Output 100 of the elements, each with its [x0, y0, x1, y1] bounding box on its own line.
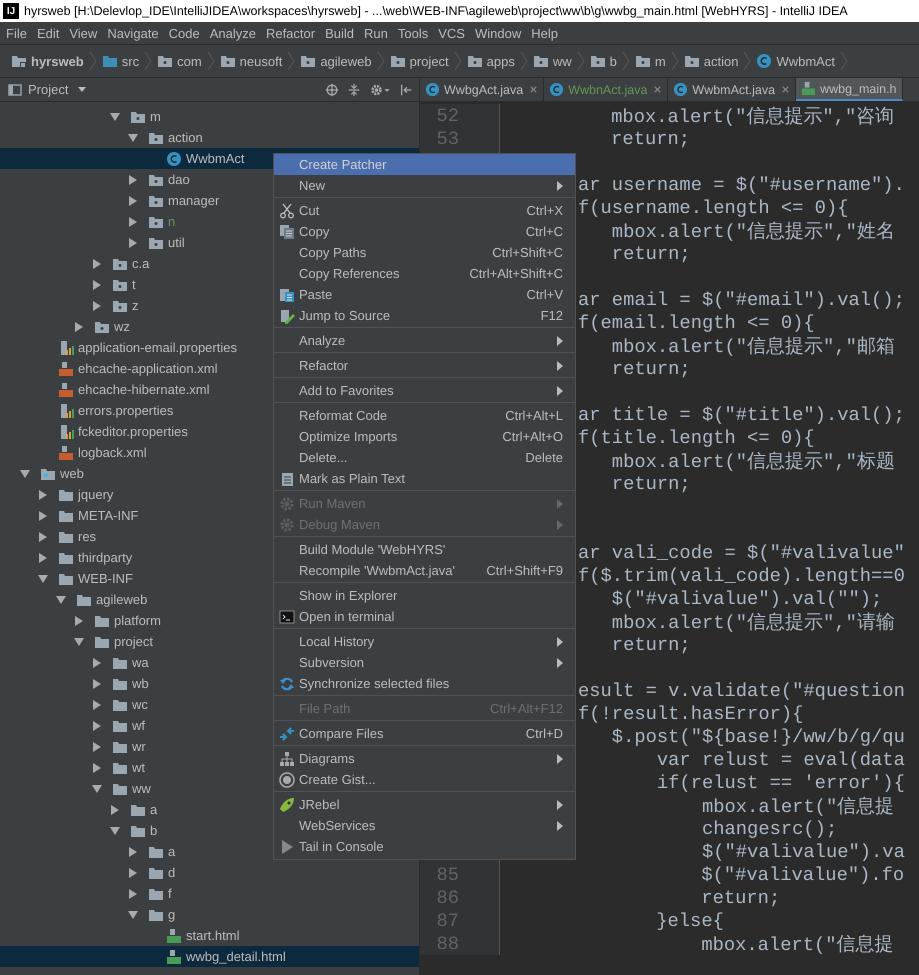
expand-arrow-icon[interactable]	[128, 132, 138, 142]
editor-tab[interactable]: wwbg_main.h	[796, 78, 902, 101]
expand-arrow-icon[interactable]	[74, 322, 84, 332]
project-panel-selector[interactable]: Project	[8, 82, 86, 97]
expand-arrow-icon[interactable]	[92, 678, 102, 688]
menubar-item[interactable]: Run	[360, 26, 392, 40]
expand-arrow-icon[interactable]	[128, 888, 138, 898]
menu-item[interactable]: Tail in Console	[274, 836, 575, 857]
expand-arrow-icon[interactable]	[128, 846, 138, 856]
menu-item[interactable]: Subversion	[274, 652, 575, 673]
expand-arrow-icon[interactable]	[92, 700, 102, 710]
menu-item[interactable]: New	[274, 175, 575, 196]
menu-item[interactable]: Jump to Source F12	[274, 305, 575, 326]
expand-arrow-icon[interactable]	[20, 468, 30, 478]
menubar-item[interactable]: View	[65, 26, 102, 40]
hide-panel-icon[interactable]	[399, 82, 413, 96]
menu-item[interactable]: Refactor	[274, 355, 575, 376]
expand-arrow-icon[interactable]	[74, 636, 84, 646]
expand-arrow-icon[interactable]	[110, 804, 120, 814]
expand-arrow-icon[interactable]	[92, 258, 102, 268]
expand-arrow-icon[interactable]	[128, 174, 138, 184]
menu-item[interactable]: Reformat Code Ctrl+Alt+L	[274, 405, 575, 426]
menu-item[interactable]: WebServices	[274, 815, 575, 836]
expand-arrow-icon[interactable]	[92, 658, 102, 668]
expand-arrow-icon[interactable]	[92, 762, 102, 772]
menu-item[interactable]: Create Gist...	[274, 769, 575, 790]
menu-item[interactable]: Copy Ctrl+C	[274, 221, 575, 242]
menu-item[interactable]: Recompile 'WwbmAct.java' Ctrl+Shift+F9	[274, 560, 575, 581]
menu-item[interactable]: Synchronize selected files	[274, 673, 575, 694]
menu-item[interactable]: Diagrams	[274, 748, 575, 769]
menubar-item[interactable]: Code	[164, 26, 204, 40]
expand-arrow-icon[interactable]	[38, 574, 48, 584]
breadcrumb-item[interactable]: m	[632, 53, 669, 69]
crosshair-icon[interactable]	[325, 82, 339, 96]
close-icon[interactable]	[529, 85, 538, 94]
breadcrumb-item[interactable]: hyrsweb	[8, 53, 87, 69]
expand-arrow-icon[interactable]	[92, 720, 102, 730]
tree-item[interactable]: action	[0, 127, 419, 148]
tree-item[interactable]: g	[0, 904, 419, 925]
editor-tab[interactable]: WwbgAct.java	[420, 78, 544, 101]
menu-item[interactable]: Local History	[274, 631, 575, 652]
menu-item[interactable]: Compare Files Ctrl+D	[274, 723, 575, 744]
menubar-item[interactable]: File	[2, 26, 31, 40]
settings-icon[interactable]	[369, 82, 391, 96]
menu-item[interactable]: Build Module 'WebHYRS'	[274, 539, 575, 560]
tree-item[interactable]: start.html	[0, 925, 419, 946]
menu-item[interactable]: Delete... Delete	[274, 447, 575, 468]
menu-item[interactable]: Analyze	[274, 330, 575, 351]
menu-item[interactable]: JRebel	[274, 794, 575, 815]
breadcrumb-item[interactable]: project	[386, 53, 452, 69]
expand-arrow-icon[interactable]	[74, 616, 84, 626]
editor-tab[interactable]: WwbnAct.java	[544, 78, 668, 101]
menu-item[interactable]: Copy References Ctrl+Alt+Shift+C	[274, 263, 575, 284]
menubar-item[interactable]: Build	[321, 26, 358, 40]
expand-arrow-icon[interactable]	[128, 196, 138, 206]
breadcrumb-item[interactable]: apps	[464, 53, 518, 69]
menu-item[interactable]: Optimize Imports Ctrl+Alt+O	[274, 426, 575, 447]
breadcrumb-item[interactable]: WwbmAct	[753, 53, 838, 69]
expand-arrow-icon[interactable]	[128, 868, 138, 878]
menubar-item[interactable]: Edit	[32, 26, 64, 40]
expand-arrow-icon[interactable]	[92, 300, 102, 310]
menu-item[interactable]: Show in Explorer	[274, 585, 575, 606]
breadcrumb-item[interactable]: action	[680, 53, 742, 69]
menu-item[interactable]: Open in terminal	[274, 606, 575, 627]
expand-arrow-icon[interactable]	[128, 216, 138, 226]
collapse-all-icon[interactable]	[347, 82, 361, 96]
breadcrumb-item[interactable]: ww	[530, 53, 575, 69]
menu-item[interactable]: Copy Paths Ctrl+Shift+C	[274, 242, 575, 263]
expand-arrow-icon[interactable]	[92, 784, 102, 794]
menu-item[interactable]: Create Patcher	[274, 154, 575, 175]
expand-arrow-icon[interactable]	[56, 594, 66, 604]
menu-item[interactable]: Mark as Plain Text	[274, 468, 575, 489]
expand-arrow-icon[interactable]	[38, 532, 48, 542]
breadcrumb-item[interactable]: neusoft	[216, 53, 286, 69]
menubar-item[interactable]: Window	[470, 26, 526, 40]
menubar-item[interactable]: Help	[527, 26, 562, 40]
menu-item[interactable]: Paste Ctrl+V	[274, 284, 575, 305]
menu-item[interactable]: Cut Ctrl+X	[274, 200, 575, 221]
expand-arrow-icon[interactable]	[128, 910, 138, 920]
close-icon[interactable]	[653, 85, 662, 94]
expand-arrow-icon[interactable]	[38, 510, 48, 520]
expand-arrow-icon[interactable]	[92, 280, 102, 290]
menubar-item[interactable]: Analyze	[206, 26, 260, 40]
menubar-item[interactable]: Navigate	[103, 26, 163, 40]
tree-item[interactable]: m	[0, 106, 419, 127]
menubar-item[interactable]: VCS	[434, 26, 469, 40]
close-icon[interactable]	[781, 85, 790, 94]
breadcrumb-item[interactable]: b	[586, 53, 620, 69]
tree-item[interactable]: f	[0, 883, 419, 904]
breadcrumb-item[interactable]: src	[98, 53, 142, 69]
expand-arrow-icon[interactable]	[110, 112, 120, 122]
expand-arrow-icon[interactable]	[128, 238, 138, 248]
menu-item[interactable]: Add to Favorites	[274, 380, 575, 401]
menubar-item[interactable]: Tools	[394, 26, 432, 40]
tree-item[interactable]: d	[0, 862, 419, 883]
tree-item[interactable]: wwbg_detail.html	[0, 946, 419, 967]
expand-arrow-icon[interactable]	[92, 742, 102, 752]
expand-arrow-icon[interactable]	[38, 552, 48, 562]
breadcrumb-item[interactable]: agileweb	[297, 53, 375, 69]
expand-arrow-icon[interactable]	[110, 826, 120, 836]
